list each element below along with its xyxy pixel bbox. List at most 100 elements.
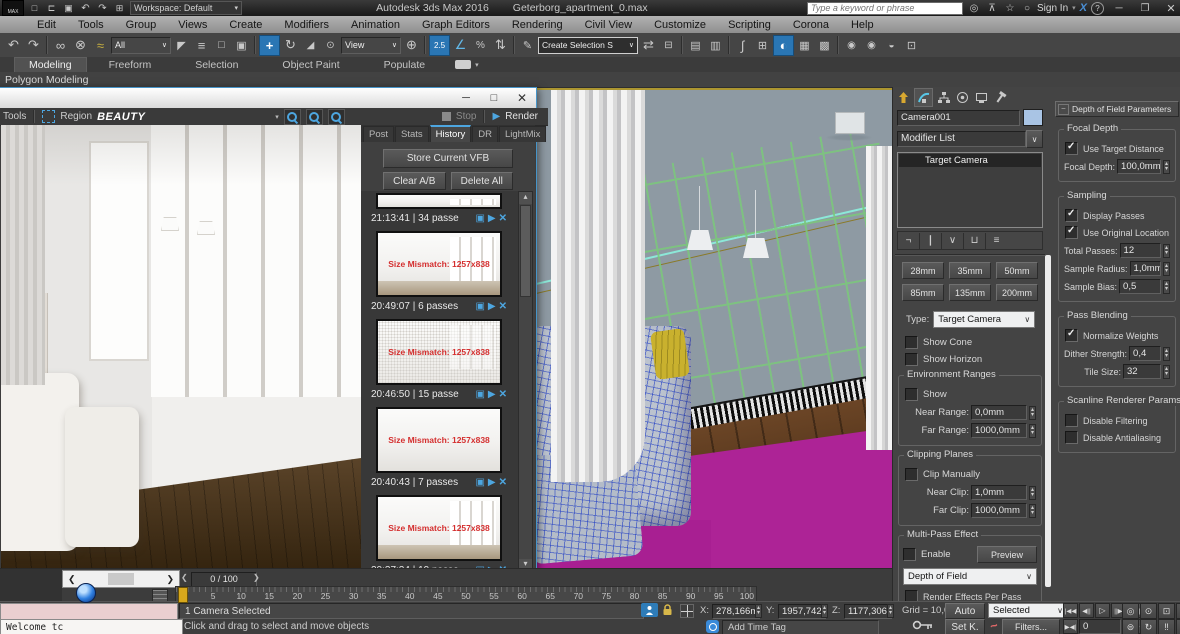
camera-type-dropdown[interactable]: Target Camera∨ xyxy=(933,311,1035,328)
save-file-icon[interactable]: ▣ xyxy=(62,0,75,18)
render-production-icon[interactable]: ◉ xyxy=(842,36,861,55)
menu-modifiers[interactable]: Modifiers xyxy=(273,19,340,31)
scroll-right-icon[interactable]: ❯ xyxy=(161,574,179,585)
zoom-out-icon[interactable] xyxy=(306,109,323,125)
auto-key-key-icon[interactable] xyxy=(912,619,934,631)
auto-key-button[interactable]: Auto xyxy=(945,603,985,619)
vfb-maximize-icon[interactable]: □ xyxy=(480,92,508,104)
sample-bias-spinner[interactable]: ▴▾ xyxy=(1163,280,1170,294)
time-tag-icon[interactable] xyxy=(706,620,719,633)
tab-stats[interactable]: Stats xyxy=(395,126,429,142)
polygon-modeling-panel-label[interactable]: Polygon Modeling xyxy=(5,74,88,86)
lens-200mm-button[interactable]: 200mm xyxy=(996,284,1038,301)
preview-button[interactable]: Preview xyxy=(977,546,1037,563)
tile-size-spinner[interactable]: ▴▾ xyxy=(1163,365,1170,379)
window-crossing-icon[interactable]: ▣ xyxy=(232,36,251,55)
history-item[interactable]: Size Mismatch: 1257x838 20:46:50 | 15 pa… xyxy=(369,319,509,402)
open-file-icon[interactable]: ⊏ xyxy=(45,0,58,18)
clear-ab-button[interactable]: Clear A/B xyxy=(383,172,446,190)
history-scrollbar[interactable]: ▴ ▾ xyxy=(518,191,533,572)
select-and-rotate-icon[interactable]: ↻ xyxy=(281,36,300,55)
tab-lightmix[interactable]: LightMix xyxy=(499,126,546,142)
compare-history-icon[interactable]: ▶ xyxy=(488,214,496,224)
far-clip-field[interactable]: 1000,0mm xyxy=(971,503,1027,518)
lens-135mm-button[interactable]: 135mm xyxy=(949,284,991,301)
far-range-spinner[interactable]: ▴▾ xyxy=(1029,424,1036,438)
current-frame-field[interactable]: 0 xyxy=(1079,619,1121,634)
key-filter-curve-icon[interactable]: ~ xyxy=(988,617,1000,634)
lens-35mm-button[interactable]: 35mm xyxy=(949,262,991,279)
sample-bias-field[interactable]: 0,5 xyxy=(1119,279,1161,294)
show-cone-checkbox[interactable] xyxy=(905,336,918,349)
communication-center-icon[interactable]: ⊼ xyxy=(985,0,999,18)
focal-depth-spinner[interactable]: ▴▾ xyxy=(1163,160,1170,174)
total-passes-field[interactable]: 12 xyxy=(1120,243,1161,258)
scroll-thumb[interactable] xyxy=(520,205,531,297)
scroll-up-icon[interactable]: ▴ xyxy=(519,192,532,204)
near-clip-field[interactable]: 1,0mm xyxy=(971,485,1027,500)
workspace-dropdown[interactable]: Workspace: Default▾ xyxy=(130,1,242,15)
user-icon[interactable]: ○ xyxy=(1021,0,1033,18)
named-selection-field[interactable]: Create Selection S∨ xyxy=(538,37,638,54)
open-autodesk-360-icon[interactable]: ⊡ xyxy=(902,36,921,55)
vfb-channel-dropdown[interactable]: BEAUTY xyxy=(97,111,145,123)
vfb-stop-button[interactable]: Stop xyxy=(456,111,477,122)
panel-scrollbar[interactable] xyxy=(1045,255,1051,587)
menu-animation[interactable]: Animation xyxy=(340,19,411,31)
make-unique-icon[interactable]: ∨ xyxy=(942,233,964,249)
far-clip-spinner[interactable]: ▴▾ xyxy=(1029,504,1036,518)
y-coord-spinner[interactable]: ▴▾ xyxy=(821,604,828,618)
near-range-field[interactable]: 0,0mm xyxy=(971,405,1027,420)
menu-group[interactable]: Group xyxy=(115,19,168,31)
close-window-icon[interactable]: ✕ xyxy=(1160,0,1180,18)
zoom-fit-icon[interactable] xyxy=(328,109,345,125)
sample-radius-field[interactable]: 1,0mm xyxy=(1130,261,1161,276)
menu-rendering[interactable]: Rendering xyxy=(501,19,574,31)
search-icon[interactable]: ◎ xyxy=(967,0,981,18)
vfb-close-icon[interactable]: ✕ xyxy=(508,91,536,105)
disable-filtering-checkbox[interactable] xyxy=(1065,414,1078,427)
tab-display-icon[interactable] xyxy=(973,89,990,106)
reference-coordinate-dropdown[interactable]: View∨ xyxy=(341,37,401,54)
field-of-view-icon[interactable]: ∠ xyxy=(1176,603,1180,619)
maximize-viewport-toggle-icon[interactable]: ⊞ xyxy=(1176,619,1180,634)
menu-edit[interactable]: Edit xyxy=(26,19,67,31)
multipass-enable-checkbox[interactable] xyxy=(903,548,916,561)
selection-lock-icon[interactable] xyxy=(662,604,673,616)
vfb-channel-caret-icon[interactable]: ▾ xyxy=(275,113,279,121)
vfb-tools-button[interactable]: Tools xyxy=(3,111,26,122)
use-pivot-center-icon[interactable]: ⊕ xyxy=(402,36,421,55)
add-time-tag[interactable]: Add Time Tag xyxy=(722,620,879,634)
bind-to-spacewarp-icon[interactable]: ≈ xyxy=(91,36,110,55)
ribbon-caret-icon[interactable]: ▾ xyxy=(475,61,479,69)
far-range-field[interactable]: 1000,0mm xyxy=(971,423,1027,438)
percent-snap-icon[interactable]: % xyxy=(471,36,490,55)
key-mode-dropdown[interactable]: Selected∨ xyxy=(988,603,1068,618)
menu-corona[interactable]: Corona xyxy=(782,19,840,31)
rectangular-selection-region-icon[interactable]: □ xyxy=(212,36,231,55)
store-vfb-button[interactable]: Store Current VFB xyxy=(383,149,513,168)
menu-customize[interactable]: Customize xyxy=(643,19,717,31)
z-coord-field[interactable]: 1177,306mm xyxy=(844,604,892,619)
frame-indicator-field[interactable]: 0 / 100 xyxy=(191,572,257,587)
maxscript-listener-pink[interactable] xyxy=(0,603,178,620)
mirror-icon[interactable]: ⇄ xyxy=(639,36,658,55)
vfb-minimize-icon[interactable]: ─ xyxy=(452,92,480,104)
favorites-star-icon[interactable]: ☆ xyxy=(1003,0,1017,18)
compare-history-icon[interactable]: ▶ xyxy=(488,302,496,312)
select-and-link-icon[interactable]: ∞ xyxy=(51,36,70,55)
frame-fwd-icon[interactable]: ❯ xyxy=(253,573,260,582)
rollout-collapse-icon[interactable]: – xyxy=(1058,104,1069,115)
remove-modifier-icon[interactable]: ⊔ xyxy=(964,233,986,249)
undo-icon[interactable]: ↶ xyxy=(79,0,92,18)
menu-graph-editors[interactable]: Graph Editors xyxy=(411,19,501,31)
tab-motion-icon[interactable] xyxy=(954,89,971,106)
disable-antialiasing-checkbox[interactable] xyxy=(1065,431,1078,444)
vfb-rendered-image[interactable] xyxy=(1,125,361,570)
play-animation-icon[interactable]: ▷ xyxy=(1095,603,1110,618)
modifier-list-caret-icon[interactable]: ∨ xyxy=(1026,130,1043,148)
select-and-scale-icon[interactable]: ◢ xyxy=(301,36,320,55)
go-to-start-icon[interactable]: |◀◀ xyxy=(1063,603,1078,618)
tab-freeform[interactable]: Freeform xyxy=(87,59,174,71)
redo-icon[interactable]: ↷ xyxy=(96,0,109,18)
